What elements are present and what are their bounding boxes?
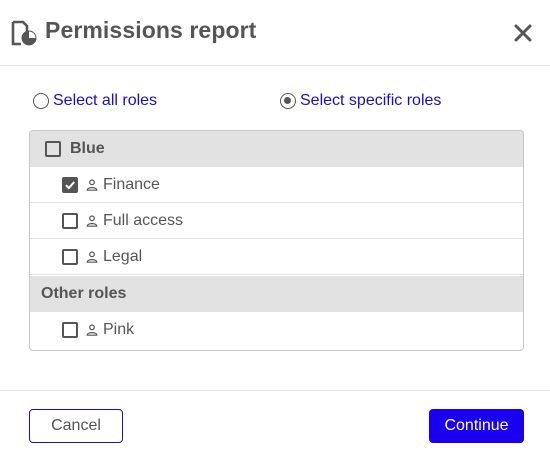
- role-label: Legal: [103, 247, 143, 265]
- group-row-other-roles: Other roles: [30, 276, 523, 312]
- group-row-blue: Blue: [30, 131, 523, 167]
- dialog-header: Permissions report: [0, 0, 550, 66]
- role-checkbox[interactable]: [62, 322, 78, 338]
- radio-label[interactable]: Select specific roles: [300, 92, 441, 110]
- roles-list: Blue Finance Full access Legal Other rol…: [29, 130, 524, 351]
- person-icon: [86, 214, 98, 227]
- role-row-finance[interactable]: Finance: [30, 167, 523, 203]
- group-label: Blue: [70, 140, 105, 157]
- role-label: Finance: [103, 175, 160, 193]
- radio-label[interactable]: Select all roles: [53, 92, 157, 110]
- dialog-footer: Cancel Continue: [0, 390, 550, 457]
- role-label: Pink: [103, 321, 135, 338]
- person-icon: [86, 324, 98, 336]
- close-icon[interactable]: [510, 20, 536, 46]
- permissions-report-dialog: Permissions report Select all roles Sele…: [0, 0, 550, 457]
- group-label: Other roles: [41, 285, 127, 302]
- document-chart-icon: [11, 20, 37, 46]
- radio-button[interactable]: [280, 93, 296, 109]
- role-row-full-access[interactable]: Full access: [30, 203, 523, 239]
- role-checkbox[interactable]: [62, 248, 78, 265]
- dialog-title: Permissions report: [45, 17, 257, 43]
- role-label: Full access: [103, 211, 184, 229]
- person-icon: [86, 178, 98, 191]
- cancel-button[interactable]: Cancel: [29, 409, 123, 443]
- role-row-legal[interactable]: Legal: [30, 239, 523, 275]
- group-checkbox[interactable]: [45, 141, 61, 157]
- person-icon: [86, 250, 98, 263]
- radio-button[interactable]: [33, 93, 49, 109]
- radio-select-specific-roles[interactable]: Select specific roles: [280, 90, 441, 112]
- checkmark-icon: [65, 180, 75, 189]
- radio-select-all-roles[interactable]: Select all roles: [33, 90, 157, 112]
- continue-button[interactable]: Continue: [429, 409, 524, 443]
- role-checkbox[interactable]: [62, 176, 78, 193]
- role-row-pink[interactable]: Pink: [30, 312, 523, 348]
- role-checkbox[interactable]: [62, 212, 78, 229]
